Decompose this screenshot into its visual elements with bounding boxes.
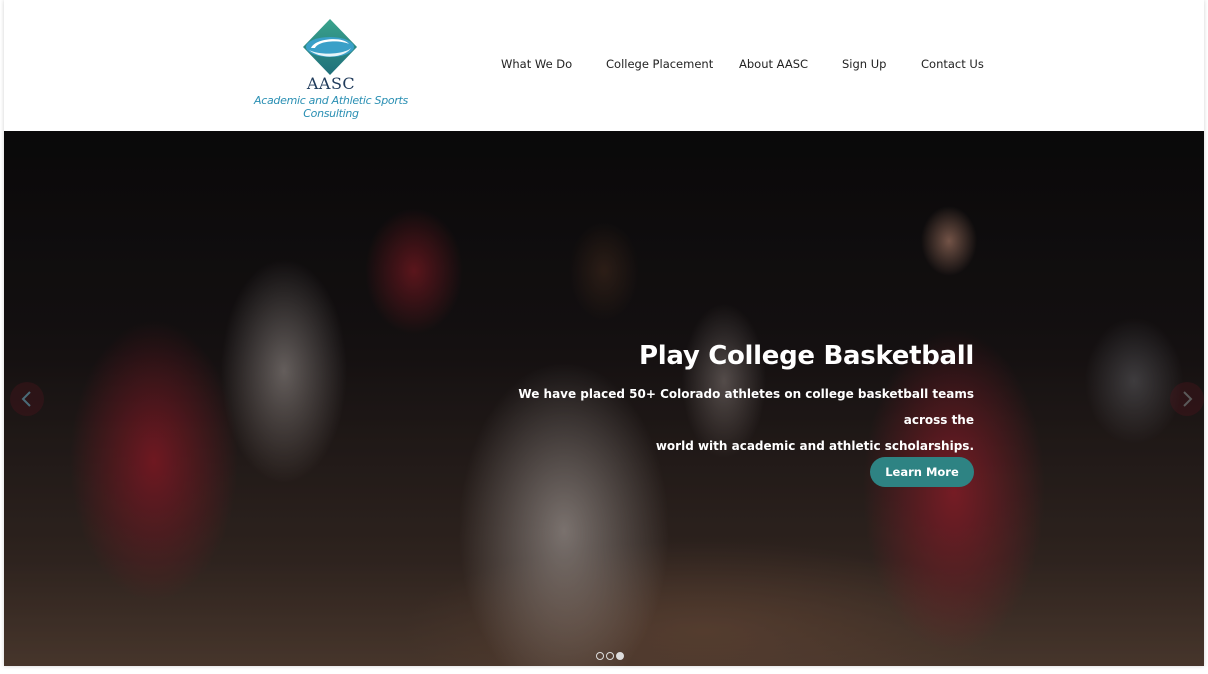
carousel-prev-button[interactable] xyxy=(10,382,44,416)
nav-item-college-placement[interactable]: College Placement xyxy=(606,57,713,71)
logo-tagline: Academic and Athletic Sports Consulting xyxy=(254,94,408,120)
chevron-right-icon xyxy=(1183,391,1193,407)
hero-description-line-1: We have placed 50+ Colorado athletes on … xyxy=(518,387,974,427)
hero-description-line-2: world with academic and athletic scholar… xyxy=(655,439,974,453)
learn-more-button[interactable]: Learn More xyxy=(870,457,974,487)
carousel-dot-1[interactable] xyxy=(596,652,604,660)
hero-description: We have placed 50+ Colorado athletes on … xyxy=(474,381,974,459)
carousel-indicators xyxy=(596,652,624,660)
hero-title: Play College Basketball xyxy=(639,341,974,371)
nav-item-contact-us[interactable]: Contact Us xyxy=(921,57,984,71)
page-frame: AASC Academic and Athletic Sports Consul… xyxy=(4,0,1204,666)
carousel-dot-3[interactable] xyxy=(616,652,624,660)
carousel-next-button[interactable] xyxy=(1170,382,1204,416)
aasc-logo-icon xyxy=(303,19,357,75)
hero-carousel: Play College Basketball We have placed 5… xyxy=(4,131,1204,666)
nav-item-sign-up[interactable]: Sign Up xyxy=(842,57,886,71)
hero-caption: Play College Basketball We have placed 5… xyxy=(474,341,974,487)
logo-title: AASC xyxy=(306,74,356,93)
logo[interactable]: AASC Academic and Athletic Sports Consul… xyxy=(226,16,436,120)
carousel-dot-2[interactable] xyxy=(606,652,614,660)
nav-item-about-aasc[interactable]: About AASC xyxy=(739,57,808,71)
site-header: AASC Academic and Athletic Sports Consul… xyxy=(4,0,1204,132)
nav-item-what-we-do[interactable]: What We Do xyxy=(501,57,572,71)
chevron-left-icon xyxy=(21,391,31,407)
